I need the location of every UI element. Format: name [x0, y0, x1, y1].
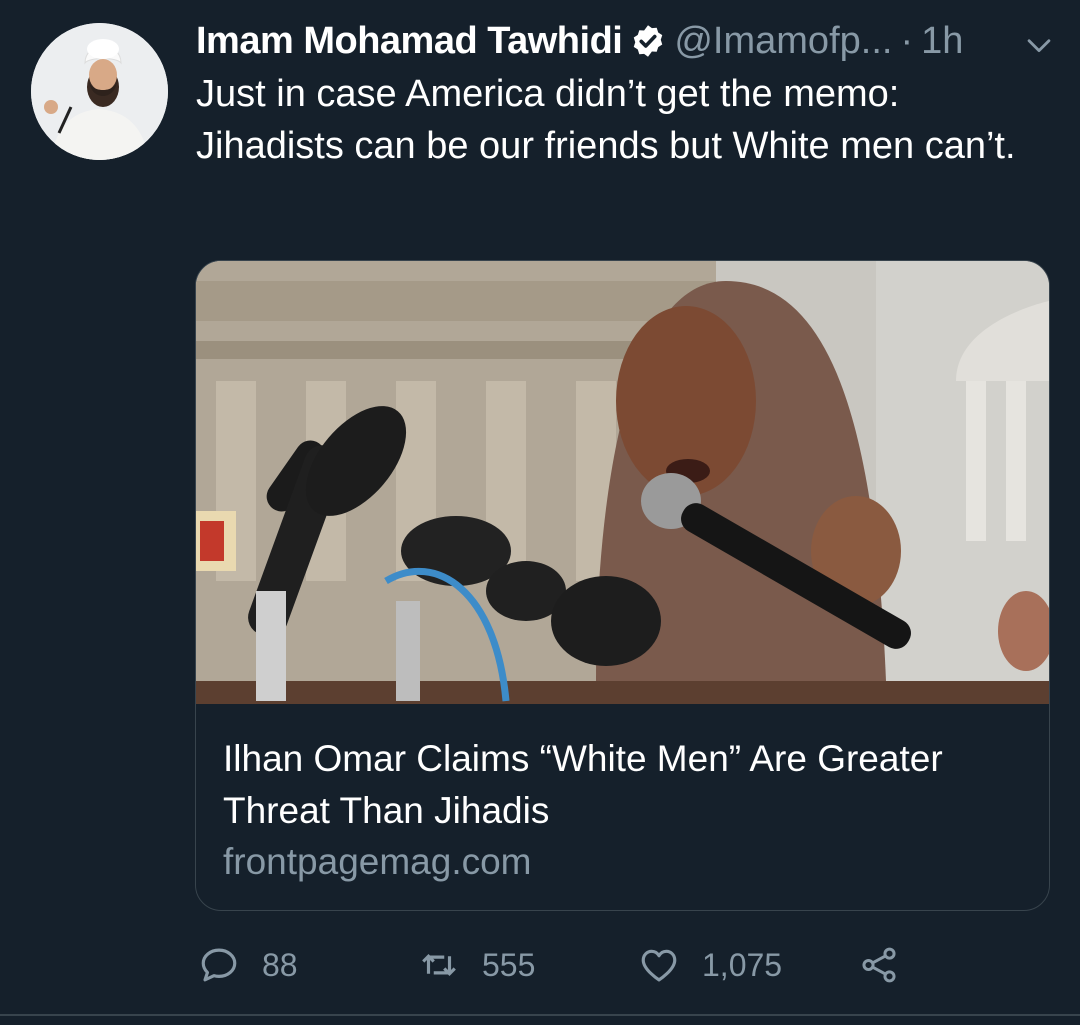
reply-icon — [198, 944, 240, 986]
share-icon — [858, 944, 900, 986]
divider — [0, 1014, 1080, 1016]
retweet-button[interactable]: 555 — [418, 935, 535, 995]
timestamp[interactable]: 1h — [921, 20, 963, 63]
tweet-header: Imam Mohamad Tawhidi @Imamofp... · 1h — [196, 14, 1056, 68]
tweet[interactable]: Imam Mohamad Tawhidi @Imamofp... · 1h Ju… — [0, 0, 1080, 1015]
chevron-down-icon[interactable] — [1022, 28, 1056, 62]
display-name[interactable]: Imam Mohamad Tawhidi — [196, 20, 623, 63]
reply-count: 88 — [262, 946, 298, 983]
card-image — [196, 261, 1049, 704]
tweet-text: Just in case America didn’t get the memo… — [196, 73, 1016, 167]
retweet-count: 555 — [482, 946, 536, 983]
link-card[interactable]: Ilhan Omar Claims “White Men” Are Greate… — [195, 260, 1050, 911]
card-domain: frontpagemag.com — [223, 841, 532, 882]
reply-button[interactable]: 88 — [198, 935, 298, 995]
share-button[interactable] — [858, 935, 922, 995]
retweet-icon — [418, 944, 460, 986]
like-count: 1,075 — [702, 946, 783, 983]
tweet-actions: 88 555 1,075 — [198, 935, 918, 995]
like-button[interactable]: 1,075 — [638, 935, 782, 995]
heart-icon — [638, 944, 680, 986]
separator-dot: · — [900, 19, 914, 62]
handle[interactable]: @Imamofp... — [674, 20, 892, 63]
card-title[interactable]: Ilhan Omar Claims “White Men” Are Greate… — [223, 733, 1023, 837]
verified-badge-icon — [630, 23, 666, 59]
avatar[interactable] — [31, 23, 168, 160]
